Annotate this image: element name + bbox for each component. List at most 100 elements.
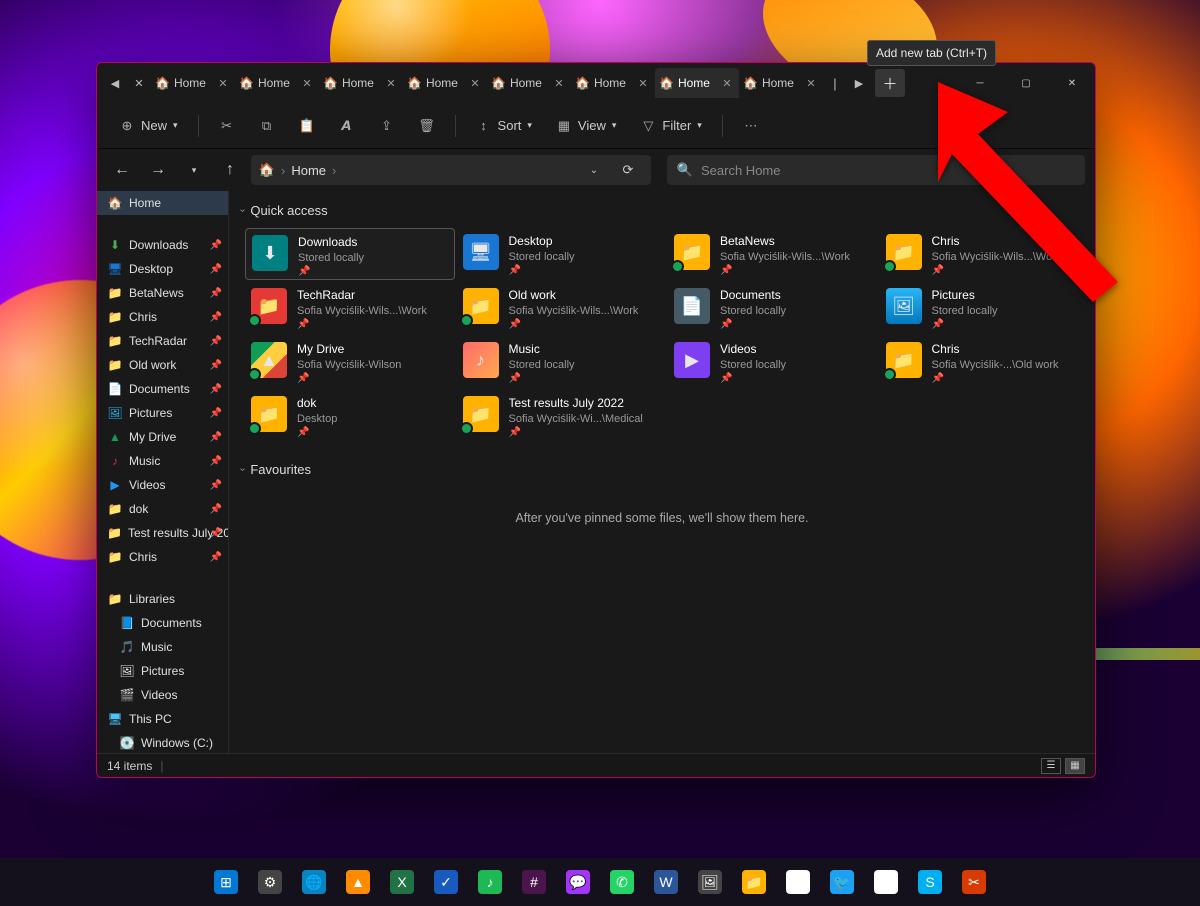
recent-button[interactable]: ▾ bbox=[179, 155, 209, 185]
tab-scroll-left[interactable]: ◀ bbox=[103, 69, 127, 97]
tab-0[interactable]: 🏠Home✕ bbox=[151, 68, 235, 98]
sidebar-item-desktop[interactable]: 🖥Desktop📌 bbox=[97, 257, 228, 281]
quick-access-item[interactable]: 🖥 Desktop Stored locally 📌 bbox=[457, 228, 667, 280]
sidebar-home[interactable]: 🏠 Home bbox=[97, 191, 228, 215]
cut-button[interactable]: ✂ bbox=[209, 110, 245, 142]
back-button[interactable]: ← bbox=[107, 155, 137, 185]
quick-access-item[interactable]: 📁 Old work Sofia Wyciślik-Wils...\Work 📌 bbox=[457, 282, 667, 334]
sidebar-item-downloads[interactable]: ⬇Downloads📌 bbox=[97, 233, 228, 257]
tab-close[interactable]: ✕ bbox=[635, 77, 651, 90]
taskbar-vlc[interactable]: ▲ bbox=[338, 862, 378, 902]
taskbar-spotify[interactable]: ♪ bbox=[470, 862, 510, 902]
sidebar-libraries[interactable]: 📁 Libraries bbox=[97, 587, 228, 611]
taskbar-word[interactable]: W bbox=[646, 862, 686, 902]
sidebar-item-music[interactable]: ♪Music📌 bbox=[97, 449, 228, 473]
quick-access-item[interactable]: 📄 Documents Stored locally 📌 bbox=[668, 282, 878, 334]
quick-access-item[interactable]: ♪ Music Stored locally 📌 bbox=[457, 336, 667, 388]
favourites-header[interactable]: › Favourites bbox=[235, 458, 1089, 481]
quick-access-item[interactable]: ⬇ Downloads Stored locally 📌 bbox=[245, 228, 455, 280]
taskbar-snip[interactable]: ✂ bbox=[954, 862, 994, 902]
rename-button[interactable]: 𝘼 bbox=[329, 110, 365, 142]
pin-icon: 📌 bbox=[509, 372, 575, 385]
tab-close[interactable]: ✕ bbox=[299, 77, 315, 90]
taskbar-slack[interactable]: # bbox=[514, 862, 554, 902]
delete-button[interactable]: 🗑 bbox=[409, 110, 445, 142]
drive-item[interactable]: 💽Windows (C:) bbox=[97, 731, 228, 753]
sidebar-item-documents[interactable]: 📄Documents📌 bbox=[97, 377, 228, 401]
new-button[interactable]: ⊕ New ▾ bbox=[109, 110, 188, 142]
quick-access-item[interactable]: 📁 dok Desktop 📌 bbox=[245, 390, 455, 442]
sidebar-item-dok[interactable]: 📁dok📌 bbox=[97, 497, 228, 521]
taskbar-todo[interactable]: ✓ bbox=[426, 862, 466, 902]
tiles-view-toggle[interactable]: ▦ bbox=[1065, 758, 1085, 774]
refresh-button[interactable]: ⟳ bbox=[613, 155, 643, 185]
tab-2[interactable]: 🏠Home✕ bbox=[319, 68, 403, 98]
taskbar-excel[interactable]: X bbox=[382, 862, 422, 902]
tab-6[interactable]: 🏠Home✕ bbox=[655, 68, 739, 98]
taskbar-explorer[interactable]: 📁 bbox=[734, 862, 774, 902]
sidebar-item-old-work[interactable]: 📁Old work📌 bbox=[97, 353, 228, 377]
sidebar-label: Videos bbox=[129, 478, 165, 492]
new-tab-button[interactable]: ＋ bbox=[875, 69, 905, 97]
up-button[interactable]: ↑ bbox=[215, 155, 245, 185]
quick-access-item[interactable]: 📁 BetaNews Sofia Wyciślik-Wils...\Work 📌 bbox=[668, 228, 878, 280]
library-videos[interactable]: 🎬Videos bbox=[97, 683, 228, 707]
tab-scroll-marker[interactable]: | bbox=[823, 69, 847, 97]
sidebar-item-betanews[interactable]: 📁BetaNews📌 bbox=[97, 281, 228, 305]
sidebar-item-videos[interactable]: ▶Videos📌 bbox=[97, 473, 228, 497]
taskbar-photos[interactable]: 🖼 bbox=[690, 862, 730, 902]
sidebar-item-chris[interactable]: 📁Chris📌 bbox=[97, 545, 228, 569]
address-bar[interactable]: 🏠 › Home › ⌄ ⟳ bbox=[251, 155, 651, 185]
tab-close[interactable]: ✕ bbox=[215, 77, 231, 90]
tab-3[interactable]: 🏠Home✕ bbox=[403, 68, 487, 98]
taskbar-start[interactable]: ⊞ bbox=[206, 862, 246, 902]
sidebar-item-chris[interactable]: 📁Chris📌 bbox=[97, 305, 228, 329]
quick-access-item[interactable]: 📁 Test results July 2022 Sofia Wyciślik-… bbox=[457, 390, 667, 442]
sidebar-item-techradar[interactable]: 📁TechRadar📌 bbox=[97, 329, 228, 353]
history-dropdown[interactable]: ⌄ bbox=[579, 155, 609, 185]
quick-access-item[interactable]: ▲ My Drive Sofia Wyciślik-Wilson 📌 bbox=[245, 336, 455, 388]
filter-button[interactable]: ▽ Filter ▾ bbox=[630, 110, 711, 142]
share-button[interactable]: ⇪ bbox=[369, 110, 405, 142]
tab-close-leftmost[interactable]: ✕ bbox=[127, 69, 151, 97]
tab-1[interactable]: 🏠Home✕ bbox=[235, 68, 319, 98]
sidebar-thispc[interactable]: 🖥 This PC bbox=[97, 707, 228, 731]
sidebar-item-test-results-july-2022[interactable]: 📁Test results July 2022📌 bbox=[97, 521, 228, 545]
taskbar-messenger[interactable]: 💬 bbox=[558, 862, 598, 902]
tab-4[interactable]: 🏠Home✕ bbox=[487, 68, 571, 98]
tab-close[interactable]: ✕ bbox=[467, 77, 483, 90]
view-button[interactable]: ▦ View ▾ bbox=[546, 110, 626, 142]
taskbar-whatsapp[interactable]: ✆ bbox=[602, 862, 642, 902]
tab-close[interactable]: ✕ bbox=[551, 77, 567, 90]
sidebar-item-my-drive[interactable]: ▲My Drive📌 bbox=[97, 425, 228, 449]
taskbar-twitter[interactable]: 🐦 bbox=[822, 862, 862, 902]
taskbar-settings[interactable]: ⚙ bbox=[250, 862, 290, 902]
library-documents[interactable]: 📘Documents bbox=[97, 611, 228, 635]
tab-5[interactable]: 🏠Home✕ bbox=[571, 68, 655, 98]
library-pictures[interactable]: 🖼Pictures bbox=[97, 659, 228, 683]
quick-access-item[interactable]: 📁 TechRadar Sofia Wyciślik-Wils...\Work … bbox=[245, 282, 455, 334]
tab-close[interactable]: ✕ bbox=[719, 77, 735, 90]
skype-icon: S bbox=[918, 870, 942, 894]
taskbar-skype[interactable]: S bbox=[910, 862, 950, 902]
tab-7[interactable]: 🏠Home✕ bbox=[739, 68, 823, 98]
details-view-toggle[interactable]: ☰ bbox=[1041, 758, 1061, 774]
quick-access-item[interactable]: 📁 Chris Sofia Wyciślik-...\Old work 📌 bbox=[880, 336, 1090, 388]
navigation-pane[interactable]: 🏠 Home ⬇Downloads📌🖥Desktop📌📁BetaNews📌📁Ch… bbox=[97, 191, 229, 753]
sort-button[interactable]: ↕ Sort ▾ bbox=[466, 110, 542, 142]
quick-access-item[interactable]: ▶ Videos Stored locally 📌 bbox=[668, 336, 878, 388]
copy-button[interactable]: ⧉ bbox=[249, 110, 285, 142]
sidebar-item-pictures[interactable]: 🖼Pictures📌 bbox=[97, 401, 228, 425]
library-music[interactable]: 🎵Music bbox=[97, 635, 228, 659]
more-button[interactable]: ⋯ bbox=[733, 110, 769, 142]
forward-button[interactable]: → bbox=[143, 155, 173, 185]
tab-close[interactable]: ✕ bbox=[383, 77, 399, 90]
taskbar-chrome[interactable]: ◉ bbox=[778, 862, 818, 902]
taskbar-store[interactable]: 🛍 bbox=[866, 862, 906, 902]
paste-button[interactable]: 📋 bbox=[289, 110, 325, 142]
tab-scroll-right[interactable]: ▶ bbox=[847, 69, 871, 97]
breadcrumb-home[interactable]: Home bbox=[291, 163, 326, 178]
taskbar-edge[interactable]: 🌐 bbox=[294, 862, 334, 902]
tab-close[interactable]: ✕ bbox=[803, 77, 819, 90]
tab-label: Home bbox=[258, 76, 290, 90]
